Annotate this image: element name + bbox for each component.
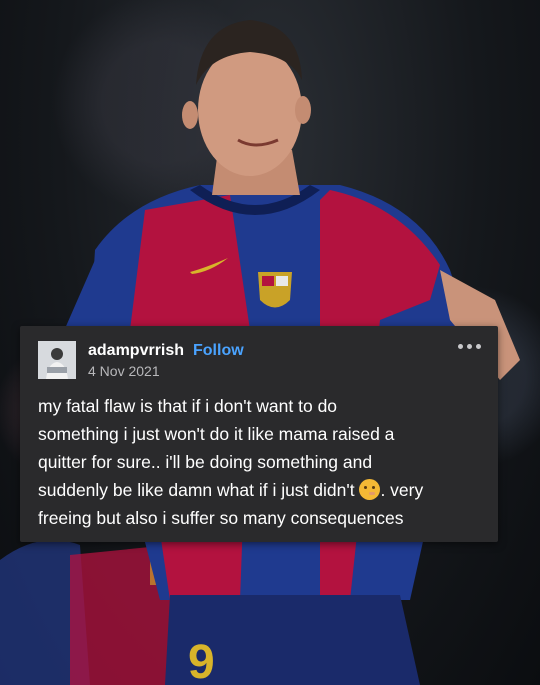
post-line: quitter for sure.. i'll be doing somethi… [38,452,373,472]
avatar-image [38,341,76,379]
post-username[interactable]: adampvrrish [88,342,184,360]
follow-button[interactable]: Follow [193,342,244,360]
post-date: 4 Nov 2021 [88,363,160,379]
svg-text:9: 9 [188,636,215,685]
post-body: my fatal flaw is that if i don't want to… [38,392,488,532]
thinking-face-icon [359,479,381,500]
tumblr-post-card: adampvrrish Follow 4 Nov 2021 my fatal f… [20,326,498,542]
post-line: suddenly be like damn what if i just did… [38,476,488,504]
post-line-suffix: . very [380,480,424,500]
post-line: my fatal flaw is that if i don't want to… [38,396,338,416]
background-photo: 9 adampvrrish Follow 4 Nov 2021 my fatal… [0,0,540,685]
post-line: freeing but also i suffer so many conseq… [38,508,404,528]
post-line-text: suddenly be like damn what if i just did… [38,480,355,500]
post-line: something i just won't do it like mama r… [38,424,395,444]
avatar[interactable] [38,341,76,379]
more-options-icon[interactable] [458,344,484,354]
